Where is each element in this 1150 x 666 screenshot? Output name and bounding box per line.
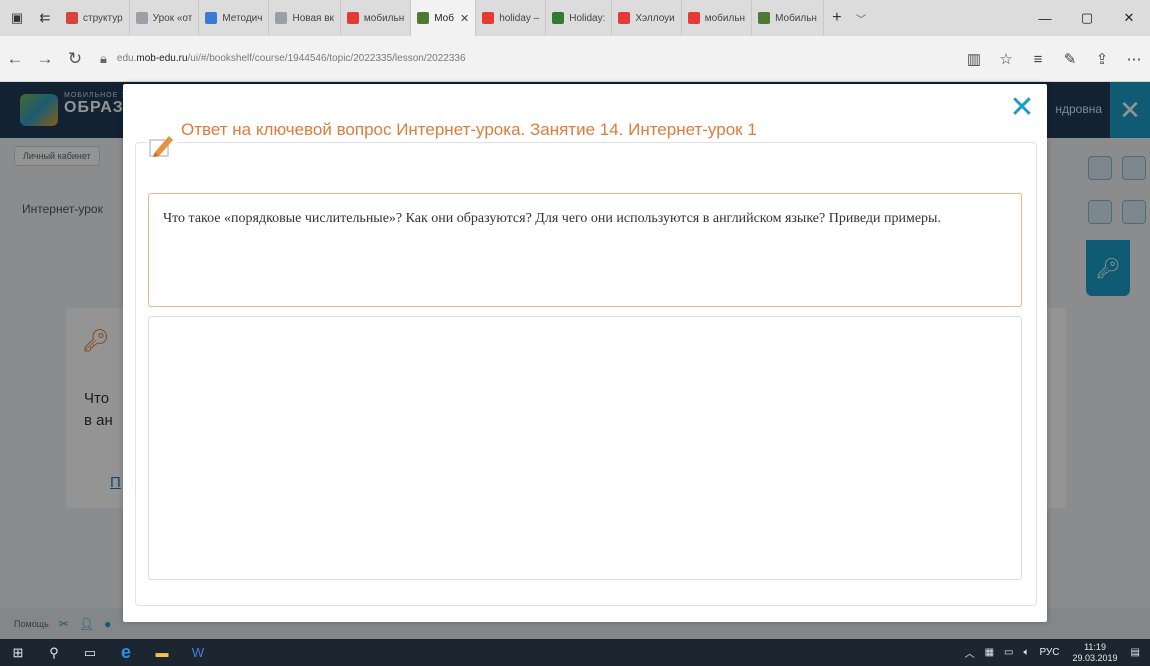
edge-icon[interactable]: e — [108, 639, 144, 666]
window-controls: — ▢ ✕ — [1024, 0, 1150, 36]
browser-tab[interactable]: Методич — [199, 0, 270, 36]
modal-close-button[interactable]: ✕ — [1007, 93, 1037, 124]
tab-favicon-icon — [346, 12, 359, 24]
language-indicator[interactable]: РУС — [1039, 647, 1059, 658]
browser-tab[interactable]: Новая вк — [269, 0, 341, 36]
tab-favicon-icon — [66, 12, 78, 24]
back-button[interactable]: ← — [0, 49, 30, 69]
url-host: mob-edu.ru — [136, 53, 188, 64]
start-icon[interactable]: ⊞ — [0, 639, 36, 666]
tab-favicon-icon — [482, 12, 495, 24]
browser-tab-bar: ▣ ⇇ структур Урок «от Методич Новая вк мобил… — [0, 0, 1150, 36]
tab-strip: структур Урок «от Методич Новая вк мобильн Мо… — [60, 0, 824, 36]
file-explorer-icon[interactable]: ▬ — [144, 639, 180, 666]
task-view-icon[interactable]: ▭ — [72, 639, 108, 666]
answer-input[interactable] — [148, 316, 1022, 580]
browser-tab[interactable]: Моб ✕ — [411, 0, 477, 36]
refresh-button[interactable]: ↻ — [60, 49, 90, 69]
favorite-star-icon[interactable]: ☆ — [990, 50, 1022, 68]
tab-favicon-icon — [135, 12, 148, 24]
maximize-button[interactable]: ▢ — [1066, 0, 1108, 36]
key-question-text: Что такое «порядковые числительные»? Как… — [148, 193, 1022, 307]
reading-view-icon[interactable]: ▥ — [958, 50, 990, 68]
tab-label: мобильн — [363, 12, 405, 24]
tab-label: Хэллоуи — [635, 12, 675, 24]
minimize-button[interactable]: — — [1024, 0, 1066, 36]
modal-header: Ответ на ключевой вопрос Интернет-урока.… — [147, 118, 871, 160]
set-aside-tabs-icon[interactable]: ⇇ — [34, 7, 56, 29]
browser-tab[interactable]: Holiday: — [546, 0, 613, 36]
address-bar: ← → ↻ 🔒︎ edu. mob-edu.ru/ui/#/bookshelf/c… — [0, 36, 1150, 82]
browser-tab[interactable]: Мобильн — [752, 0, 824, 36]
windows-taskbar: ⊞ ⚲ ▭ e ▬ W ︿ ▦ ▭ 🔈︎ РУС 11:19 29.03.201… — [0, 639, 1150, 666]
tab-favicon-icon — [552, 12, 565, 24]
search-icon[interactable]: ⚲ — [36, 639, 72, 666]
tab-close-icon[interactable]: ✕ — [460, 12, 469, 25]
tab-label: структур — [83, 12, 123, 24]
tab-label: Моб — [434, 12, 454, 24]
clock[interactable]: 11:19 29.03.2019 — [1073, 642, 1118, 664]
tray-chevron-icon[interactable]: ︿ — [965, 645, 975, 660]
lock-icon: 🔒︎ — [100, 50, 107, 66]
url-field[interactable]: 🔒︎ edu. mob-edu.ru/ui/#/bookshelf/course/… — [100, 46, 466, 72]
more-menu-icon[interactable]: ⋯ — [1118, 50, 1150, 68]
browser-tab[interactable]: holiday – — [476, 0, 547, 36]
modal-title: Ответ на ключевой вопрос Интернет-урока.… — [181, 118, 871, 142]
notifications-icon[interactable]: ▤ — [1131, 647, 1140, 658]
window-close-button[interactable]: ✕ — [1108, 0, 1150, 36]
tab-label: Новая вк — [292, 12, 334, 24]
battery-icon[interactable]: ▭ — [1004, 647, 1013, 658]
new-tab-button[interactable]: + — [824, 9, 850, 27]
tab-favicon-icon — [205, 12, 218, 24]
tab-label: Holiday: — [569, 12, 606, 24]
browser-tab[interactable]: мобильн — [341, 0, 412, 36]
word-icon[interactable]: W — [180, 639, 216, 666]
browser-tab[interactable]: мобильн — [682, 0, 753, 36]
address-bar-actions: ▥ ☆ ≡ ✎ ⇪ ⋯ — [958, 36, 1150, 82]
tab-label: Мобильн — [775, 12, 817, 24]
url-prefix: edu. — [116, 53, 137, 64]
clock-time: 11:19 — [1084, 641, 1106, 652]
hub-icon[interactable]: ≡ — [1022, 51, 1054, 68]
tab-list-icon[interactable]: ▣ — [6, 7, 28, 29]
answer-modal: ✕ Ответ на ключевой вопрос Интернет-урок… — [123, 84, 1047, 622]
share-icon[interactable]: ⇪ — [1086, 50, 1118, 68]
tab-label: мобильн — [704, 12, 746, 24]
tab-label: Урок «от — [152, 12, 193, 24]
tab-label: holiday – — [499, 12, 540, 24]
volume-icon[interactable]: 🔈︎ — [1023, 647, 1029, 658]
system-tray: ︿ ▦ ▭ 🔈︎ РУС 11:19 29.03.2019 ▤ — [960, 639, 1150, 666]
browser-tab[interactable]: Хэллоуи — [612, 0, 682, 36]
pencil-icon — [147, 132, 177, 160]
tab-favicon-icon — [417, 12, 430, 24]
tab-favicon-icon — [275, 12, 288, 24]
forward-button[interactable]: → — [30, 49, 60, 69]
clock-date: 29.03.2019 — [1072, 652, 1118, 663]
network-icon[interactable]: ▦ — [985, 647, 994, 658]
tab-preview-chevron-icon[interactable]: ﹀ — [850, 11, 872, 26]
tab-favicon-icon — [758, 12, 771, 24]
url-path: /ui/#/bookshelf/course/1944546/topic/202… — [187, 53, 466, 64]
browser-tab[interactable]: Урок «от — [130, 0, 200, 36]
tab-favicon-icon — [687, 12, 700, 24]
tab-label: Методич — [222, 12, 263, 24]
tab-favicon-icon — [618, 12, 631, 24]
browser-tab[interactable]: структур — [60, 0, 130, 36]
web-note-icon[interactable]: ✎ — [1054, 50, 1086, 68]
